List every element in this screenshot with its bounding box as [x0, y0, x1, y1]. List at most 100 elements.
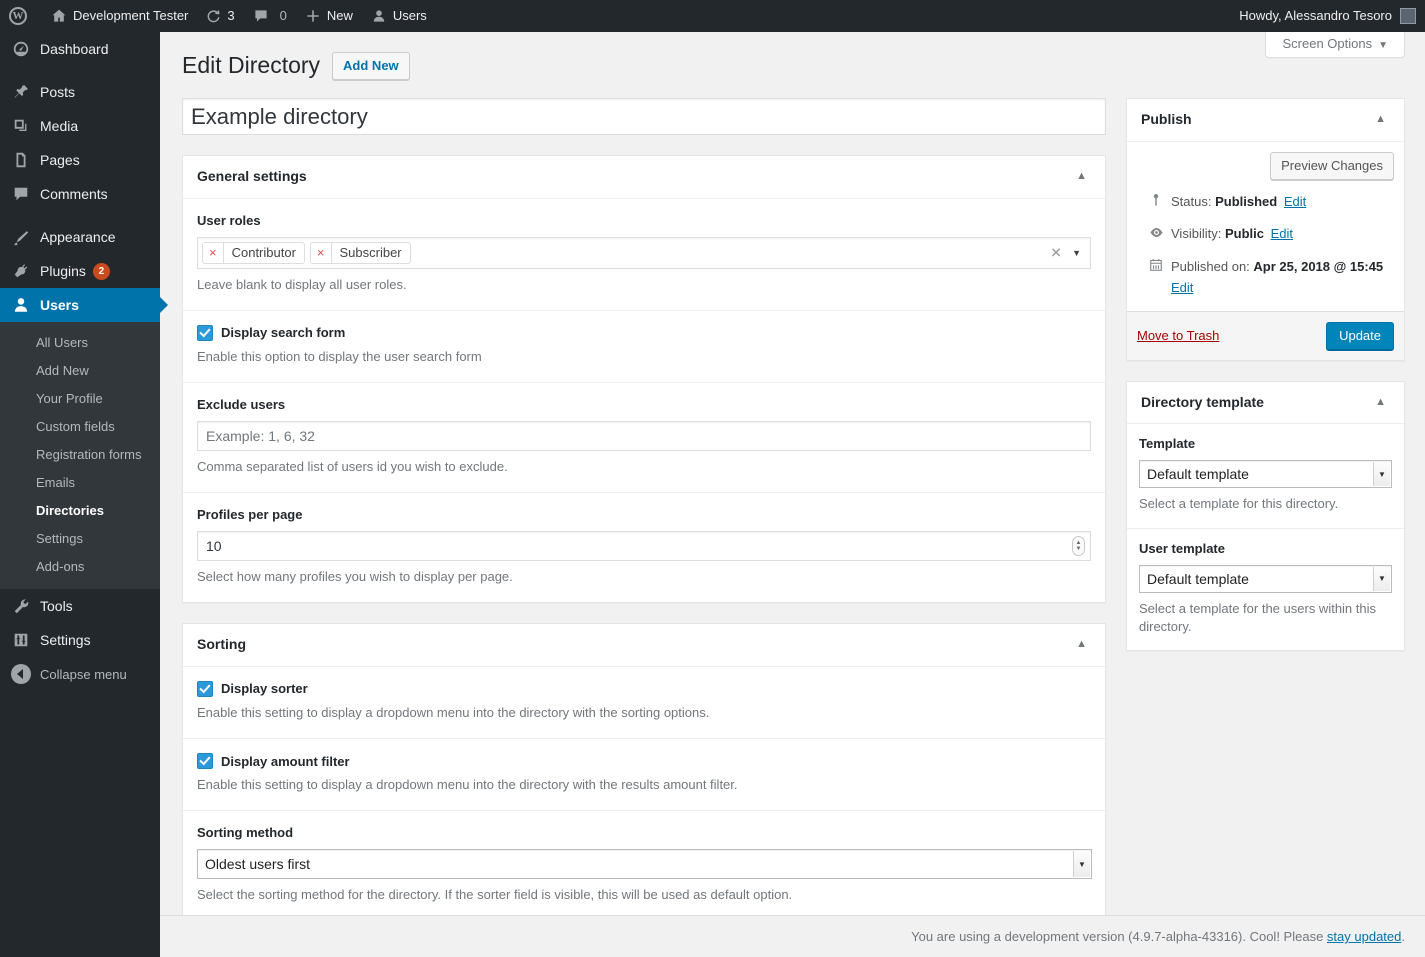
spinner-down-icon[interactable]: ▼	[1076, 546, 1082, 552]
sidebar-item-media[interactable]: Media	[0, 109, 160, 143]
display-sorter-checkbox[interactable]	[197, 681, 213, 697]
users-submenu: All Users Add New Your Profile Custom fi…	[0, 322, 160, 589]
template-select[interactable]: Default template ▼	[1139, 460, 1392, 488]
status-edit-link[interactable]: Edit	[1284, 194, 1306, 209]
comment-bubble-icon	[253, 8, 269, 24]
page-title-text: Edit Directory	[182, 51, 320, 80]
directory-template-postbox: Directory template ▲ Template Default te…	[1126, 381, 1405, 651]
content-area: Screen Options▼ Edit Directory Add New G…	[160, 32, 1425, 957]
sidebar-subitem-add-ons[interactable]: Add-ons	[0, 553, 160, 581]
admin-bar-users-menu[interactable]: Users	[362, 0, 436, 32]
my-account-menu[interactable]: Howdy, Alessandro Tesoro	[1230, 0, 1425, 32]
display-amount-filter-checkbox[interactable]	[197, 753, 213, 769]
display-search-form-checkbox[interactable]	[197, 325, 213, 341]
visibility-row: Visibility: Public Edit	[1137, 218, 1394, 251]
status-value: Published	[1215, 194, 1277, 209]
sidebar-item-tools[interactable]: Tools	[0, 589, 160, 623]
user-template-field: User template Default template ▼ Select …	[1127, 529, 1404, 650]
sorting-postbox: Sorting ▲ Display sorter Enable this set…	[182, 623, 1106, 921]
update-button[interactable]: Update	[1326, 322, 1394, 350]
new-content-menu[interactable]: New	[296, 0, 362, 32]
move-to-trash-link[interactable]: Move to Trash	[1137, 328, 1219, 343]
sidebar-subitem-add-new[interactable]: Add New	[0, 357, 160, 385]
home-icon	[51, 8, 67, 24]
user-icon	[11, 295, 31, 315]
remove-x-icon[interactable]: ×	[203, 243, 224, 263]
sidebar-item-settings[interactable]: Settings	[0, 623, 160, 657]
chevron-down-icon[interactable]: ▼	[1072, 248, 1081, 258]
screen-options-button[interactable]: Screen Options▼	[1265, 32, 1405, 58]
admin-bar-users-label: Users	[393, 0, 427, 32]
chevron-up-icon[interactable]: ▲	[1070, 637, 1093, 652]
sidebar-subitem-all-users[interactable]: All Users	[0, 329, 160, 357]
display-search-form-field: Display search form Enable this option t…	[183, 311, 1105, 383]
publish-heading[interactable]: Publish ▲	[1127, 99, 1404, 142]
collapse-menu-label: Collapse menu	[40, 667, 127, 682]
user-role-token[interactable]: × Contributor	[202, 242, 305, 264]
footer-text-after: .	[1401, 929, 1405, 944]
sidebar-subitem-custom-fields[interactable]: Custom fields	[0, 413, 160, 441]
select-arrow-icon[interactable]: ▼	[1373, 567, 1390, 591]
sidebar-subitem-emails[interactable]: Emails	[0, 469, 160, 497]
sidebar-item-dashboard[interactable]: Dashboard	[0, 32, 160, 66]
updates-menu[interactable]: 3	[197, 0, 243, 32]
profiles-per-page-description: Select how many profiles you wish to dis…	[197, 568, 1091, 586]
sorting-heading[interactable]: Sorting ▲	[183, 624, 1105, 667]
comments-menu[interactable]: 0	[244, 0, 296, 32]
stay-updated-link[interactable]: stay updated	[1327, 929, 1401, 944]
user-roles-select[interactable]: × Contributor × Subscriber ✕ ▼	[197, 237, 1091, 269]
plugins-update-badge: 2	[93, 263, 110, 280]
remove-x-icon[interactable]: ×	[311, 243, 332, 263]
chevron-up-icon[interactable]: ▲	[1070, 169, 1093, 184]
clear-x-icon[interactable]: ✕	[1050, 244, 1062, 261]
user-roles-field: User roles × Contributor × Subscriber	[183, 199, 1105, 311]
directory-template-heading[interactable]: Directory template ▲	[1127, 382, 1404, 425]
sorting-method-description: Select the sorting method for the direct…	[197, 886, 1091, 904]
directory-title-input[interactable]	[182, 98, 1106, 135]
sorting-method-label: Sorting method	[197, 825, 1091, 840]
sidebar-item-comments[interactable]: Comments	[0, 177, 160, 211]
sorting-method-value: Oldest users first	[205, 856, 310, 872]
chevron-up-icon[interactable]: ▲	[1369, 395, 1392, 410]
published-on-row: Published on: Apr 25, 2018 @ 15:45 Edit	[1137, 251, 1394, 311]
sidebar-subitem-your-profile[interactable]: Your Profile	[0, 385, 160, 413]
add-new-button[interactable]: Add New	[332, 52, 410, 80]
display-sorter-label[interactable]: Display sorter	[221, 681, 308, 696]
sidebar-item-appearance[interactable]: Appearance	[0, 220, 160, 254]
sidebar-item-posts[interactable]: Posts	[0, 75, 160, 109]
user-role-token[interactable]: × Subscriber	[310, 242, 411, 264]
collapse-menu-button[interactable]: Collapse menu	[0, 657, 160, 691]
user-roles-label: User roles	[197, 213, 1091, 228]
sidebar-subitem-settings[interactable]: Settings	[0, 525, 160, 553]
visibility-edit-link[interactable]: Edit	[1271, 226, 1293, 241]
wp-logo-menu[interactable]	[0, 0, 42, 32]
chevron-up-icon[interactable]: ▲	[1369, 112, 1392, 127]
display-amount-filter-label[interactable]: Display amount filter	[221, 754, 350, 769]
profiles-per-page-input[interactable]	[197, 531, 1091, 561]
general-settings-heading[interactable]: General settings ▲	[183, 156, 1105, 199]
general-settings-postbox: General settings ▲ User roles × Contribu…	[182, 155, 1106, 603]
exclude-users-input[interactable]	[197, 421, 1091, 451]
menu-separator	[0, 211, 160, 220]
display-amount-filter-row: Display amount filter	[197, 753, 1091, 769]
preview-changes-button[interactable]: Preview Changes	[1270, 152, 1394, 180]
site-name-menu[interactable]: Development Tester	[42, 0, 197, 32]
user-template-select[interactable]: Default template ▼	[1139, 565, 1392, 593]
sidebar-item-pages[interactable]: Pages	[0, 143, 160, 177]
display-search-form-label[interactable]: Display search form	[221, 325, 345, 340]
user-roles-description: Leave blank to display all user roles.	[197, 276, 1091, 294]
select-arrow-icon[interactable]: ▼	[1373, 462, 1390, 486]
published-on-edit-link[interactable]: Edit	[1171, 280, 1193, 295]
sidebar-subitem-directories[interactable]: Directories	[0, 497, 160, 525]
sidebar-item-users[interactable]: Users	[0, 288, 160, 322]
quantity-stepper[interactable]: ▲ ▼	[1072, 536, 1085, 556]
visibility-label: Visibility:	[1171, 226, 1221, 241]
sorting-method-select[interactable]: Oldest users first ▼	[197, 849, 1092, 879]
exclude-users-field: Exclude users Comma separated list of us…	[183, 383, 1105, 493]
side-postbox-container: Publish ▲ Preview Changes	[1126, 98, 1405, 671]
sidebar-item-plugins[interactable]: Plugins 2	[0, 254, 160, 288]
select-arrow-icon[interactable]: ▼	[1073, 851, 1090, 877]
screen-meta-links: Screen Options▼	[1265, 32, 1405, 58]
display-amount-filter-description: Enable this setting to display a dropdow…	[197, 776, 1091, 794]
sidebar-subitem-registration-forms[interactable]: Registration forms	[0, 441, 160, 469]
